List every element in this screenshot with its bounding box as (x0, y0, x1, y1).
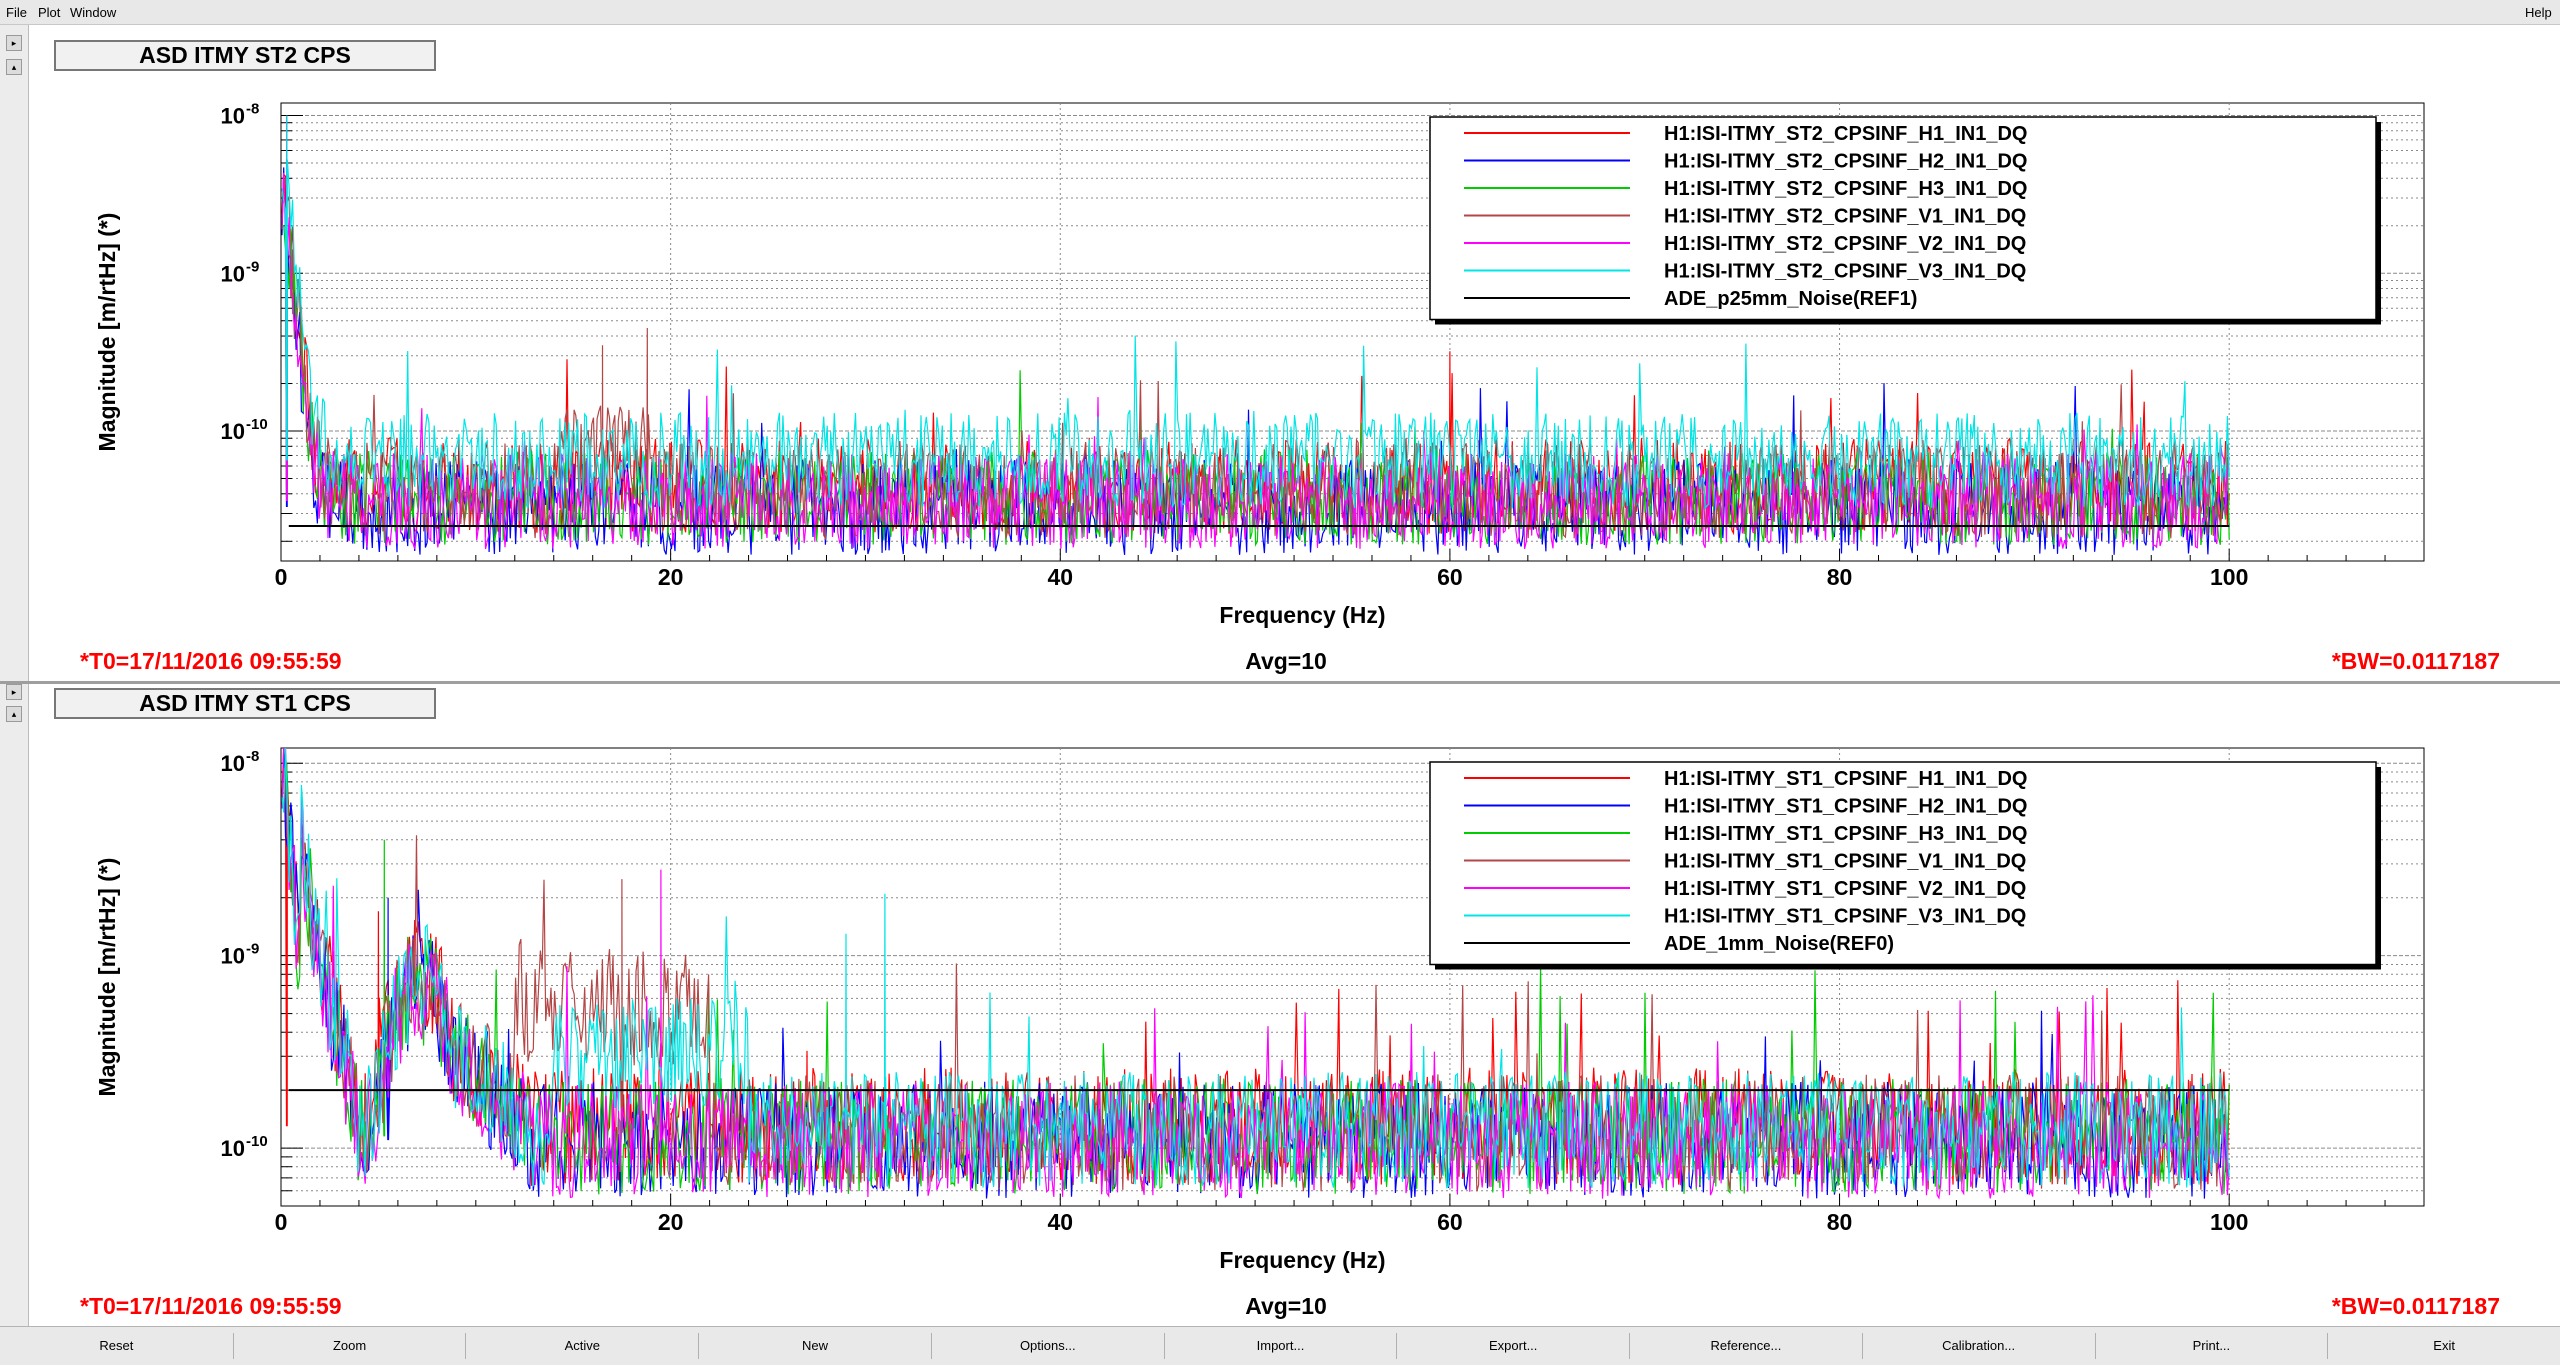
legend-entry: H1:ISI-ITMY_ST1_CPSINF_H1_IN1_DQ (1664, 768, 2027, 790)
x-tick-label: 20 (658, 1209, 684, 1235)
legend-entry: H1:ISI-ITMY_ST1_CPSINF_V1_IN1_DQ (1664, 851, 2026, 873)
y-tick-label-exponent: -10 (246, 416, 268, 433)
start-time-label: *T0=17/11/2016 09:55:59 (80, 648, 342, 674)
x-tick-label: 20 (658, 564, 684, 590)
toolbar-button-active[interactable]: Active (465, 1333, 698, 1359)
y-tick-label-exponent: -9 (246, 941, 259, 958)
y-tick-label-base: 10 (221, 1136, 245, 1161)
asd-chart[interactable]: 0 20 40 60 80 10010 -810 -910 -10Frequency (Hz)M… (0, 25, 2560, 681)
toolbar-button-reset[interactable]: Reset (0, 1333, 233, 1359)
y-tick-label-base: 10 (221, 751, 245, 776)
legend-entry: ADE_p25mm_Noise(REF1) (1664, 288, 1917, 310)
x-tick-label: 60 (1437, 564, 1463, 590)
x-tick-label: 80 (1827, 564, 1853, 590)
legend-entry: H1:ISI-ITMY_ST2_CPSINF_V1_IN1_DQ (1664, 206, 2026, 228)
x-tick-label: 40 (1047, 564, 1073, 590)
x-tick-label: 60 (1437, 1209, 1463, 1235)
x-axis-label: Frequency (Hz) (1219, 1247, 1385, 1273)
legend-entry: H1:ISI-ITMY_ST2_CPSINF_H3_IN1_DQ (1664, 178, 2027, 200)
toolbar-button-reference[interactable]: Reference... (1629, 1333, 1862, 1359)
toolbar-button-import[interactable]: Import... (1163, 1333, 1397, 1359)
bottom-toolbar: Reset Zoom Active New Options... Import... Exp… (0, 1326, 2560, 1365)
toolbar-button-exit[interactable]: Exit (2327, 1333, 2560, 1359)
x-tick-label: 40 (1047, 1209, 1073, 1235)
menu-bar: File Plot Window Help (0, 0, 2560, 25)
menu-window[interactable]: Window (70, 5, 116, 20)
bandwidth-label: *BW=0.0117187 (2332, 648, 2500, 674)
plot-panel-1: ▸ ▴ ASD ITMY ST2 CPS 0 20 40 60 80 100 10 -8 10-… (0, 25, 2560, 681)
y-tick-label-base: 10 (221, 419, 245, 444)
y-tick-label-base: 10 (221, 103, 245, 128)
y-tick-label-exponent: -10 (246, 1133, 268, 1150)
legend-entry: H1:ISI-ITMY_ST1_CPSINF_H2_IN1_DQ (1664, 796, 2027, 818)
y-tick-label-exponent: -8 (246, 748, 259, 765)
legend-entry: H1:ISI-ITMY_ST1_CPSINF_H3_IN1_DQ (1664, 823, 2027, 845)
legend-entry: H1:ISI-ITMY_ST2_CPSINF_V3_IN1_DQ (1664, 261, 2026, 283)
y-tick-label-exponent: -9 (246, 258, 259, 275)
y-tick-label-base: 10 (221, 261, 245, 286)
toolbar-button-print[interactable]: Print... (2094, 1333, 2328, 1359)
legend-entry: H1:ISI-ITMY_ST2_CPSINF_V2_IN1_DQ (1664, 233, 2026, 255)
toolbar-button-calibration[interactable]: Calibration... (1861, 1333, 2095, 1359)
toolbar-button-options[interactable]: Options... (930, 1333, 1164, 1359)
average-count-label: Avg=10 (1245, 1293, 1327, 1319)
menu-help[interactable]: Help (2525, 5, 2552, 20)
legend-entry: H1:ISI-ITMY_ST1_CPSINF_V3_IN1_DQ (1664, 906, 2026, 928)
plot-panel-2: ▸ ▴ ASD ITMY ST1 CPS 0 20 40 60 80 100 10 -8 10-… (0, 684, 2560, 1326)
bandwidth-label: *BW=0.0117187 (2332, 1293, 2500, 1319)
y-tick-label-base: 10 (221, 944, 245, 969)
asd-chart[interactable]: 0 20 40 60 80 10010 -810 -910 -10Frequency (Hz)M… (0, 684, 2560, 1326)
toolbar-button-new[interactable]: New (698, 1333, 931, 1359)
menu-plot[interactable]: Plot (38, 5, 60, 20)
x-axis-label: Frequency (Hz) (1219, 602, 1385, 628)
legend-entry: H1:ISI-ITMY_ST1_CPSINF_V2_IN1_DQ (1664, 878, 2026, 900)
legend-entry: H1:ISI-ITMY_ST2_CPSINF_H2_IN1_DQ (1664, 151, 2027, 173)
legend-entry: H1:ISI-ITMY_ST2_CPSINF_H1_IN1_DQ (1664, 123, 2027, 145)
y-axis-label: Magnitude [m/rtHz] (*) (94, 858, 120, 1097)
x-tick-label: 80 (1827, 1209, 1853, 1235)
y-axis-label: Magnitude [m/rtHz] (*) (94, 213, 120, 452)
menu-file[interactable]: File (6, 5, 27, 20)
x-tick-label: 100 (2210, 564, 2248, 590)
legend-entry: ADE_1mm_Noise(REF0) (1664, 933, 1894, 955)
x-tick-label: 0 (275, 1209, 288, 1235)
y-tick-label-exponent: -8 (246, 100, 259, 117)
start-time-label: *T0=17/11/2016 09:55:59 (80, 1293, 342, 1319)
average-count-label: Avg=10 (1245, 648, 1327, 674)
toolbar-button-export[interactable]: Export... (1396, 1333, 1629, 1359)
x-tick-label: 0 (275, 564, 288, 590)
x-tick-label: 100 (2210, 1209, 2248, 1235)
toolbar-button-zoom[interactable]: Zoom (232, 1333, 466, 1359)
